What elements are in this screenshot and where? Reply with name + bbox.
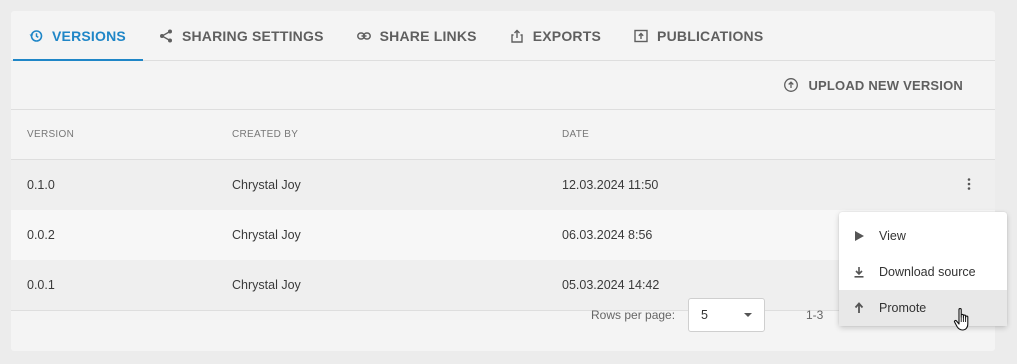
rows-per-page-select[interactable]: 5 bbox=[688, 298, 765, 332]
cell-version: 0.0.2 bbox=[11, 210, 231, 260]
rows-per-page-label: Rows per page: bbox=[591, 308, 676, 322]
caret-down-icon bbox=[744, 313, 752, 317]
menu-item-promote-label: Promote bbox=[879, 301, 927, 315]
cell-version: 0.1.0 bbox=[11, 159, 231, 210]
tab-publications[interactable]: PUBLICATIONS bbox=[618, 11, 780, 60]
rows-per-page-value: 5 bbox=[701, 308, 708, 322]
tab-versions-label: VERSIONS bbox=[52, 27, 126, 44]
header-version[interactable]: VERSION bbox=[11, 110, 231, 160]
menu-item-view[interactable]: View bbox=[839, 218, 1007, 254]
cell-version: 0.0.1 bbox=[11, 260, 231, 311]
share-icon bbox=[159, 29, 172, 42]
upload-new-version-label: UPLOAD NEW VERSION bbox=[808, 77, 963, 93]
cell-created-by: Chrystal Joy bbox=[231, 159, 561, 210]
tab-exports-label: EXPORTS bbox=[532, 27, 602, 44]
menu-item-promote[interactable]: Promote bbox=[839, 290, 1007, 326]
menu-item-view-label: View bbox=[879, 229, 906, 243]
tab-sharing-settings[interactable]: SHARING SETTINGS bbox=[143, 11, 341, 60]
tab-sharing-settings-label: SHARING SETTINGS bbox=[181, 27, 324, 44]
tab-versions[interactable]: VERSIONS bbox=[13, 11, 143, 61]
toolbar: UPLOAD NEW VERSION bbox=[11, 61, 995, 110]
pagination-range: 1-3 bbox=[806, 308, 824, 322]
menu-item-download-source-label: Download source bbox=[879, 265, 976, 279]
cell-created-by: Chrystal Joy bbox=[231, 260, 561, 311]
row-context-menu: View Download source Promote bbox=[839, 212, 1007, 326]
table-row[interactable]: 0.1.0 Chrystal Joy 12.03.2024 11:50 bbox=[11, 159, 995, 210]
upload-new-version-button[interactable]: UPLOAD NEW VERSION bbox=[783, 77, 963, 93]
cell-date: 12.03.2024 11:50 bbox=[561, 159, 943, 210]
tab-share-links-label: SHARE LINKS bbox=[379, 27, 477, 44]
row-actions bbox=[943, 159, 995, 210]
arrow-up-icon bbox=[854, 302, 864, 313]
tab-bar: VERSIONS SHARING SETTINGS SHARE LINKS EX… bbox=[11, 11, 995, 61]
menu-item-download-source[interactable]: Download source bbox=[839, 254, 1007, 290]
header-date[interactable]: DATE bbox=[561, 110, 943, 160]
upload-icon bbox=[784, 78, 799, 92]
download-icon bbox=[854, 267, 864, 278]
tab-publications-label: PUBLICATIONS bbox=[657, 27, 764, 44]
more-vert-icon[interactable] bbox=[962, 177, 976, 191]
publication-icon bbox=[634, 29, 648, 42]
hand-pointer-cursor-icon bbox=[953, 308, 969, 331]
cell-created-by: Chrystal Joy bbox=[231, 210, 561, 260]
header-actions bbox=[943, 110, 995, 160]
header-created-by[interactable]: CREATED BY bbox=[231, 110, 561, 160]
history-icon bbox=[29, 29, 43, 42]
table-header-row: VERSION CREATED BY DATE bbox=[11, 110, 995, 160]
tab-exports[interactable]: EXPORTS bbox=[494, 11, 618, 60]
play-icon bbox=[855, 231, 864, 241]
tab-share-links[interactable]: SHARE LINKS bbox=[341, 11, 494, 60]
link-icon bbox=[356, 31, 371, 40]
export-icon bbox=[511, 29, 523, 43]
